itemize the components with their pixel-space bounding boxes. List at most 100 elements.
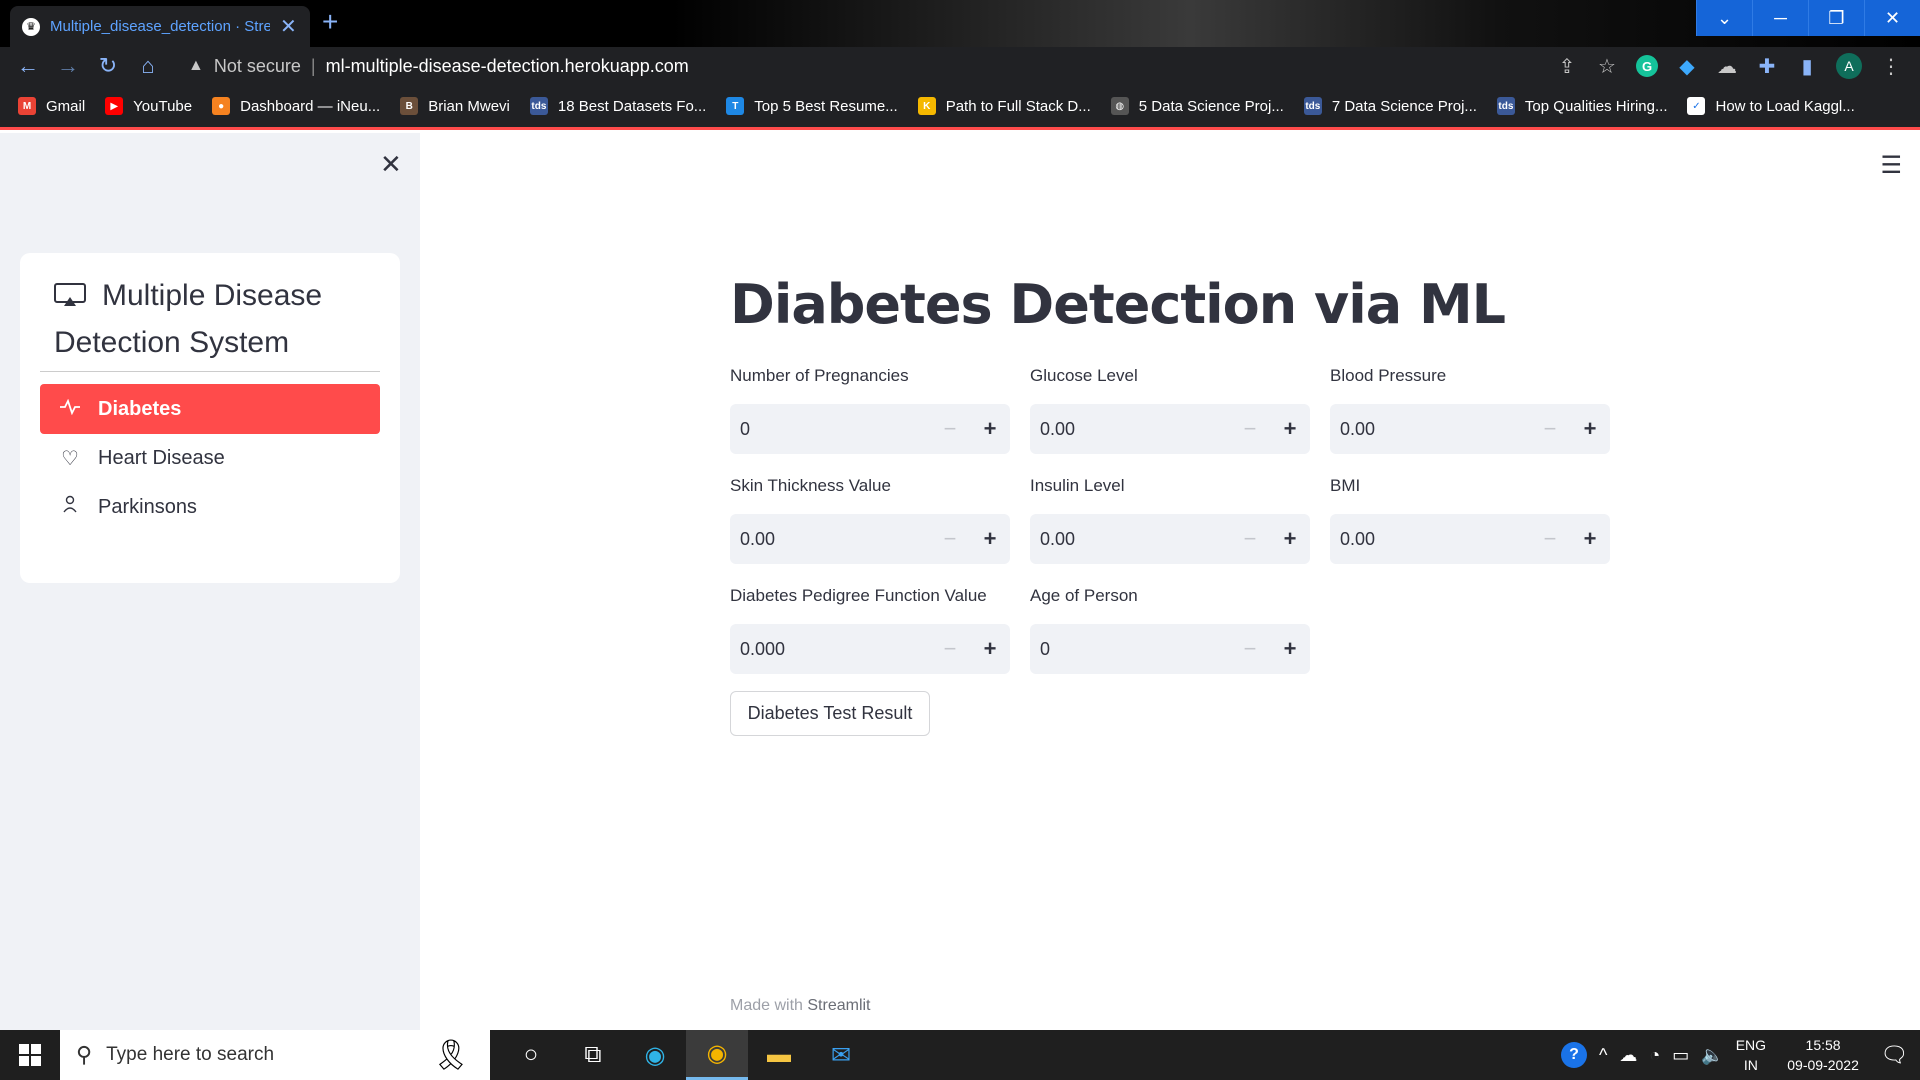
bookmark-item[interactable]: tds 18 Best Datasets Fo... <box>529 97 706 115</box>
field-label: Blood Pressure <box>1330 366 1447 385</box>
bookmark-item[interactable]: tds Top Qualities Hiring... <box>1496 97 1668 115</box>
increment-button[interactable]: + <box>1570 526 1610 552</box>
url-text[interactable]: ml-multiple-disease-detection.herokuapp.… <box>326 56 689 77</box>
more-menu-icon[interactable]: ⋮ <box>1880 54 1902 79</box>
taskbar-search[interactable]: ⚲ Type here to search 🎗 <box>60 1030 490 1080</box>
chevron-up-icon[interactable]: ^ <box>1599 1045 1607 1066</box>
cloud-extension-icon[interactable]: ☁ <box>1716 54 1738 79</box>
decrement-button[interactable]: − <box>1230 526 1270 552</box>
system-tray: ? ^ ☁ ◔ ▭ 🔈 ENG IN 15:58 09-09-2022 🗨 <box>1560 1030 1920 1080</box>
forward-icon[interactable]: → <box>48 53 88 79</box>
decrement-button[interactable]: − <box>930 526 970 552</box>
number-input[interactable]: 0 − + <box>1030 624 1310 674</box>
increment-button[interactable]: + <box>1570 416 1610 442</box>
tab-search-icon[interactable]: ⌄ <box>1696 0 1752 36</box>
bookmark-item[interactable]: ◍ 5 Data Science Proj... <box>1110 97 1284 115</box>
number-input[interactable]: 0.000 − + <box>730 624 1010 674</box>
input-value[interactable]: 0.00 <box>730 529 930 550</box>
minimize-button[interactable]: ─ <box>1752 0 1808 36</box>
share-icon[interactable]: ⇪ <box>1556 54 1578 79</box>
home-icon[interactable]: ⌂ <box>128 53 168 79</box>
diabetes-test-result-button[interactable]: Diabetes Test Result <box>730 691 930 736</box>
menu-title-text: Multiple Disease Detection System <box>54 279 323 359</box>
reload-icon[interactable]: ↻ <box>88 53 128 79</box>
tds-icon: tds <box>1303 97 1322 115</box>
menu-item-heart-disease[interactable]: ♡ Heart Disease <box>40 433 380 483</box>
number-input[interactable]: 0.00 − + <box>1330 404 1610 454</box>
new-tab-button[interactable]: + <box>322 6 338 38</box>
gem-extension-icon[interactable]: ◆ <box>1676 54 1698 79</box>
grammarly-icon[interactable]: G <box>1636 55 1658 77</box>
lang-top: ENG <box>1735 1037 1767 1053</box>
increment-button[interactable]: + <box>1270 526 1310 552</box>
increment-button[interactable]: + <box>1270 636 1310 662</box>
address-bar[interactable]: ▲ Not secure | ml-multiple-disease-detec… <box>176 50 1616 82</box>
input-value[interactable]: 0.00 <box>1030 529 1230 550</box>
decrement-button[interactable]: − <box>930 416 970 442</box>
hamburger-menu-icon[interactable]: ☰ <box>1880 151 1902 180</box>
bookmark-item[interactable]: ✓ How to Load Kaggl... <box>1687 97 1855 115</box>
tab-close-icon[interactable]: ✕ <box>280 14 297 39</box>
input-value[interactable]: 0 <box>1030 639 1230 660</box>
back-icon[interactable]: ← <box>8 53 48 79</box>
volume-icon[interactable]: 🔈 <box>1701 1045 1723 1066</box>
menu-item-diabetes[interactable]: Diabetes <box>40 384 380 434</box>
bookmark-item[interactable]: B Brian Mwevi <box>400 97 510 115</box>
bookmark-star-icon[interactable]: ☆ <box>1596 54 1618 79</box>
browser-toolbar: ← → ↻ ⌂ ▲ Not secure | ml-multiple-disea… <box>0 47 1920 85</box>
bookmark-item[interactable]: K Path to Full Stack D... <box>917 97 1091 115</box>
input-value[interactable]: 0.00 <box>1330 529 1530 550</box>
number-input[interactable]: 0.00 − + <box>1030 514 1310 564</box>
task-view-icon[interactable]: ⧉ <box>562 1030 624 1080</box>
increment-button[interactable]: + <box>1270 416 1310 442</box>
language-indicator[interactable]: ENG IN <box>1736 1035 1766 1075</box>
wifi-icon[interactable]: ◔ <box>1649 1045 1660 1066</box>
chrome-icon[interactable]: ◉ <box>686 1030 748 1080</box>
number-input[interactable]: 0 − + <box>730 404 1010 454</box>
decrement-button[interactable]: − <box>1230 636 1270 662</box>
close-window-button[interactable]: ✕ <box>1864 0 1920 36</box>
bookmark-label: Top Qualities Hiring... <box>1524 97 1668 115</box>
windows-start-icon[interactable] <box>0 1030 60 1080</box>
bookmark-item[interactable]: ● Dashboard — iNeu... <box>212 97 380 115</box>
bookmark-item[interactable]: ▶ YouTube <box>105 97 192 115</box>
age-field: Age of Person 0 − + <box>1030 586 1310 674</box>
profile-avatar[interactable]: A <box>1836 53 1862 79</box>
close-sidebar-icon[interactable]: ✕ <box>380 149 402 180</box>
extensions-puzzle-icon[interactable]: ✚ <box>1756 54 1778 79</box>
cortana-icon[interactable]: ○ <box>500 1030 562 1080</box>
restore-button[interactable]: ❐ <box>1808 0 1864 36</box>
decrement-button[interactable]: − <box>930 636 970 662</box>
number-input[interactable]: 0.00 − + <box>1330 514 1610 564</box>
streamlit-link[interactable]: Streamlit <box>807 997 870 1014</box>
clock[interactable]: 15:58 09-09-2022 <box>1778 1035 1868 1075</box>
input-value[interactable]: 0 <box>730 419 930 440</box>
help-icon[interactable]: ? <box>1560 1042 1587 1068</box>
onedrive-icon[interactable]: ☁ <box>1619 1045 1637 1066</box>
number-input[interactable]: 0.00 − + <box>730 514 1010 564</box>
bookmark-item[interactable]: M Gmail <box>18 97 85 115</box>
decrement-button[interactable]: − <box>1530 416 1570 442</box>
file-explorer-icon[interactable]: ▬ <box>748 1030 810 1080</box>
input-value[interactable]: 0.00 <box>1330 419 1530 440</box>
browser-tab[interactable]: ♛ Multiple_disease_detection · Stre ✕ <box>10 6 310 47</box>
bookmark-item[interactable]: T Top 5 Best Resume... <box>726 97 898 115</box>
field-label: Number of Pregnancies <box>730 366 909 385</box>
notification-icon[interactable]: 🗨 <box>1880 1042 1908 1068</box>
side-panel-icon[interactable]: ▮ <box>1796 54 1818 79</box>
decrement-button[interactable]: − <box>1530 526 1570 552</box>
increment-button[interactable]: + <box>970 526 1010 552</box>
decrement-button[interactable]: − <box>1230 416 1270 442</box>
field-label: Skin Thickness Value <box>730 476 891 495</box>
mail-icon[interactable]: ✉ <box>810 1030 872 1080</box>
edge-icon[interactable]: ◉ <box>624 1030 686 1080</box>
input-value[interactable]: 0.00 <box>1030 419 1230 440</box>
number-input[interactable]: 0.00 − + <box>1030 404 1310 454</box>
input-value[interactable]: 0.000 <box>730 639 930 660</box>
menu-item-parkinsons[interactable]: Parkinsons <box>40 482 380 532</box>
increment-button[interactable]: + <box>970 636 1010 662</box>
battery-icon[interactable]: ▭ <box>1672 1045 1689 1066</box>
bookmark-item[interactable]: tds 7 Data Science Proj... <box>1303 97 1477 115</box>
increment-button[interactable]: + <box>970 416 1010 442</box>
bookmark-label: Top 5 Best Resume... <box>754 97 898 115</box>
